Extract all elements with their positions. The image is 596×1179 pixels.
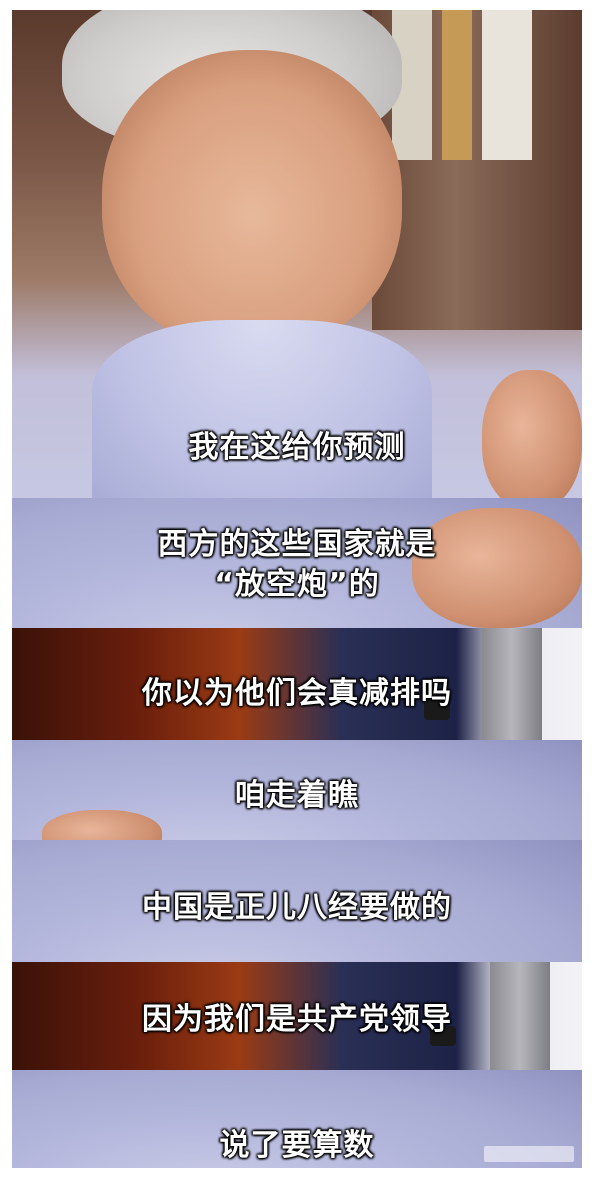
panel-5: 中国是正儿八经要做的: [12, 840, 582, 962]
subtitle: 中国是正儿八经要做的: [142, 890, 452, 925]
subtitle: 我在这给你预测: [188, 430, 406, 465]
subtitle: 咱走着瞧: [235, 778, 359, 813]
subtitle: 因为我们是共产党领导: [142, 1002, 452, 1037]
panel-4: 咱走着瞧: [12, 740, 582, 840]
panel-7: 说了要算数: [12, 1070, 582, 1168]
book-spine: [482, 10, 532, 160]
face: [102, 50, 402, 350]
book-spine: [442, 10, 472, 160]
panel-2: 西方的这些国家就是 “放空炮”的: [12, 498, 582, 628]
subtitle-line-2: “放空炮”的: [214, 567, 380, 602]
watermark: [484, 1146, 574, 1162]
shirt-collar: [92, 320, 432, 498]
panel-6: 因为我们是共产党领导: [12, 962, 582, 1070]
subtitle: 你以为他们会真减排吗: [142, 676, 452, 711]
panel-3: 你以为他们会真减排吗: [12, 628, 582, 740]
hand: [42, 810, 162, 840]
meme-collage: 我在这给你预测 西方的这些国家就是 “放空炮”的 你以为他们会真减排吗 咱走着瞧…: [12, 10, 582, 1168]
subtitle-line-1: 西方的这些国家就是: [157, 527, 437, 562]
panel-1: 我在这给你预测: [12, 10, 582, 498]
